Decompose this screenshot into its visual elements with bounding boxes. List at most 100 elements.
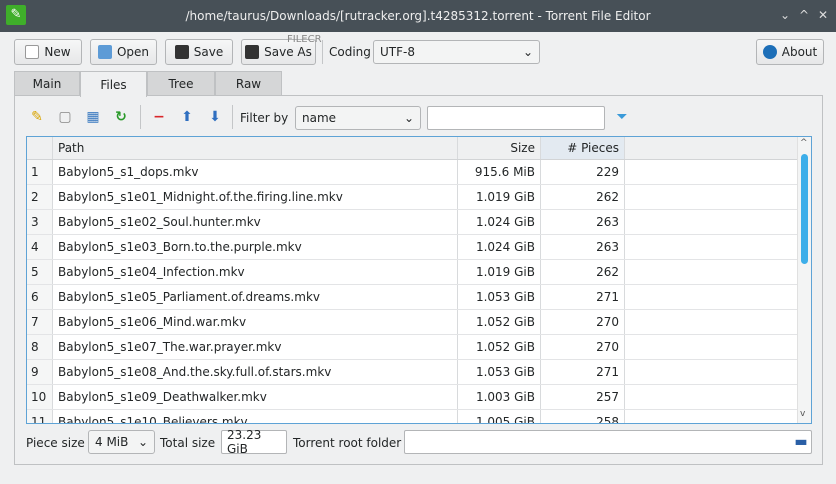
cell-index: 5 (27, 260, 53, 284)
maximize-button[interactable]: ^ (799, 8, 809, 22)
table-row[interactable]: 3 Babylon5_s1e02_Soul.hunter.mkv 1.024 GiB… (27, 210, 798, 235)
cell-size: 1.053 GiB (458, 360, 541, 384)
browse-folder-icon[interactable]: ▬ (792, 433, 810, 451)
total-size-field: 23.23 GiB (221, 428, 287, 456)
piece-size-select[interactable]: 4 MiB ⌄ (88, 430, 155, 454)
chevron-down-icon: ⌄ (522, 45, 533, 59)
remove-icon[interactable]: − (150, 108, 168, 126)
header-index (27, 137, 53, 159)
table-row[interactable]: 10 Babylon5_s1e09_Deathwalker.mkv 1.003 Gi… (27, 385, 798, 410)
new-file-icon (25, 45, 40, 59)
cell-size: 1.024 GiB (458, 235, 541, 259)
header-pieces[interactable]: # Pieces (541, 137, 625, 159)
save-label: Save (193, 45, 224, 59)
tab-main[interactable]: Main (14, 71, 80, 96)
edit-icon[interactable]: ✎ (28, 108, 46, 126)
new-button[interactable]: New (14, 39, 82, 65)
table-row[interactable]: 1 Babylon5_s1_dops.mkv 915.6 MiB 229 (27, 160, 798, 185)
piece-size-label: Piece size (26, 436, 85, 450)
about-button[interactable]: About (756, 39, 824, 65)
tab-raw[interactable]: Raw (215, 71, 282, 96)
cell-size: 1.003 GiB (458, 385, 541, 409)
add-file-icon[interactable]: ▢ (56, 108, 74, 126)
save-as-icon (245, 45, 260, 59)
table-header: Path Size # Pieces (27, 137, 798, 160)
piece-size-value: 4 MiB (95, 435, 129, 449)
cell-path: Babylon5_s1e04_Infection.mkv (53, 260, 458, 284)
minimize-button[interactable]: ⌄ (780, 8, 790, 22)
table-row[interactable]: 8 Babylon5_s1e07_The.war.prayer.mkv 1.052 … (27, 335, 798, 360)
about-label: About (781, 45, 818, 59)
header-filler (625, 137, 798, 159)
cell-path: Babylon5_s1e02_Soul.hunter.mkv (53, 210, 458, 234)
vertical-scrollbar[interactable]: ^ v (797, 137, 811, 423)
open-icon (97, 45, 112, 59)
cell-filler (625, 335, 798, 359)
chevron-down-icon: ⌄ (403, 111, 414, 125)
filter-input[interactable] (427, 106, 605, 130)
scroll-up-icon[interactable]: ^ (800, 138, 808, 148)
root-folder-label: Torrent root folder (293, 436, 402, 450)
open-button[interactable]: Open (90, 39, 157, 65)
cell-index: 7 (27, 310, 53, 334)
cell-filler (625, 285, 798, 309)
cell-index: 4 (27, 235, 53, 259)
cell-pieces: 271 (541, 360, 625, 384)
coding-label: Coding (329, 45, 371, 59)
close-button[interactable]: ✕ (818, 8, 828, 22)
cell-path: Babylon5_s1e05_Parliament.of.dreams.mkv (53, 285, 458, 309)
table-row[interactable]: 2 Babylon5_s1e01_Midnight.of.the.firing.l… (27, 185, 798, 210)
table-row[interactable]: 9 Babylon5_s1e08_And.the.sky.full.of.star… (27, 360, 798, 385)
table-row[interactable]: 11 Babylon5_s1e10_Believers.mkv 1.005 GiB 2… (27, 410, 798, 423)
toolbar-divider (322, 40, 323, 64)
scrollbar-thumb[interactable] (801, 154, 808, 264)
cell-size: 1.052 GiB (458, 310, 541, 334)
save-button[interactable]: Save (165, 39, 233, 65)
tab-tree[interactable]: Tree (147, 71, 215, 96)
cell-path: Babylon5_s1e06_Mind.war.mkv (53, 310, 458, 334)
filter-icon[interactable]: ⏷ (613, 108, 631, 126)
info-icon (762, 45, 777, 59)
filter-by-label: Filter by (240, 111, 289, 125)
cell-index: 11 (27, 410, 53, 423)
root-folder-input[interactable] (404, 430, 812, 454)
filter-field-select[interactable]: name ⌄ (295, 106, 421, 130)
cell-size: 1.005 GiB (458, 410, 541, 423)
toolbar-divider (140, 105, 141, 129)
move-down-icon[interactable]: ⬇ (206, 108, 224, 126)
open-label: Open (116, 45, 150, 59)
move-up-icon[interactable]: ⬆ (178, 108, 196, 126)
cell-filler (625, 385, 798, 409)
cell-filler (625, 235, 798, 259)
add-folder-icon[interactable]: ▦ (84, 108, 102, 126)
cell-index: 1 (27, 160, 53, 184)
cell-size: 1.053 GiB (458, 285, 541, 309)
refresh-icon[interactable]: ↻ (112, 108, 130, 126)
scroll-down-icon[interactable]: v (800, 409, 805, 419)
cell-filler (625, 260, 798, 284)
save-as-label: Save As (264, 45, 312, 59)
watermark: FILECR (287, 34, 322, 45)
app-logo-icon: ✎ (6, 5, 26, 25)
cell-path: Babylon5_s1e08_And.the.sky.full.of.stars… (53, 360, 458, 384)
cell-pieces: 258 (541, 410, 625, 423)
table-row[interactable]: 7 Babylon5_s1e06_Mind.war.mkv 1.052 GiB 270 (27, 310, 798, 335)
cell-size: 1.019 GiB (458, 260, 541, 284)
toolbar-divider (232, 105, 233, 129)
cell-index: 10 (27, 385, 53, 409)
tab-files[interactable]: Files (80, 71, 147, 97)
total-size-label: Total size (160, 436, 216, 450)
table-row[interactable]: 6 Babylon5_s1e05_Parliament.of.dreams.mkv… (27, 285, 798, 310)
new-label: New (44, 45, 71, 59)
cell-size: 1.019 GiB (458, 185, 541, 209)
coding-select[interactable]: UTF-8 ⌄ (373, 40, 540, 64)
cell-filler (625, 360, 798, 384)
cell-pieces: 270 (541, 335, 625, 359)
table-row[interactable]: 5 Babylon5_s1e04_Infection.mkv 1.019 GiB 26… (27, 260, 798, 285)
header-path[interactable]: Path (53, 137, 458, 159)
table-row[interactable]: 4 Babylon5_s1e03_Born.to.the.purple.mkv 1.… (27, 235, 798, 260)
cell-pieces: 229 (541, 160, 625, 184)
header-size[interactable]: Size (458, 137, 541, 159)
cell-index: 9 (27, 360, 53, 384)
cell-pieces: 262 (541, 185, 625, 209)
